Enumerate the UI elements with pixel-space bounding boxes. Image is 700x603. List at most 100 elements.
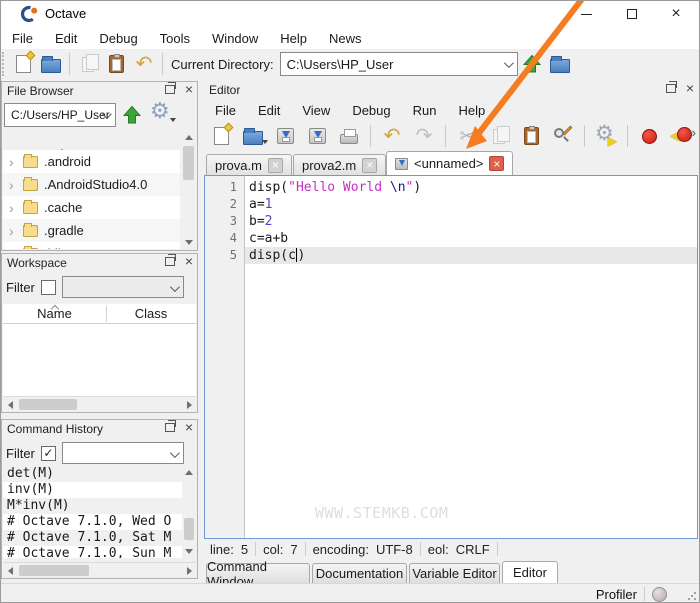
scroll-up-icon[interactable]: [185, 135, 193, 140]
expand-chevron-icon[interactable]: ›: [9, 154, 17, 170]
scroll-right-icon[interactable]: [187, 401, 192, 409]
tab-prova[interactable]: prova.m ×: [206, 154, 292, 175]
file-row-gradle[interactable]: › .gradle: [3, 219, 180, 242]
close-icon[interactable]: ×: [686, 83, 694, 93]
history-hscrollbar[interactable]: [3, 562, 196, 577]
editor-new-button[interactable]: [206, 122, 236, 150]
history-item[interactable]: # Octave 7.1.0, Sun M: [3, 546, 182, 558]
menu-help[interactable]: Help: [269, 29, 318, 48]
tab-command-window[interactable]: Command Window: [206, 563, 310, 583]
undo-button[interactable]: ↶: [130, 50, 158, 78]
editor-save-button[interactable]: [270, 122, 300, 150]
minimize-button[interactable]: [569, 3, 603, 25]
expand-chevron-icon[interactable]: ›: [9, 246, 17, 250]
close-icon[interactable]: ×: [185, 256, 193, 266]
scrollbar-thumb[interactable]: [19, 399, 77, 410]
code-line-5-current[interactable]: disp(c): [245, 247, 697, 264]
close-icon[interactable]: ×: [185, 84, 193, 94]
undock-icon[interactable]: [165, 85, 175, 94]
scroll-up-icon[interactable]: [185, 470, 193, 475]
toolbar-grip[interactable]: [2, 52, 6, 76]
editor-find-button[interactable]: [548, 122, 578, 150]
close-icon[interactable]: ×: [185, 422, 193, 432]
editor-copy-button[interactable]: [484, 122, 514, 150]
scroll-left-icon[interactable]: [8, 567, 13, 575]
file-browser-up-button[interactable]: [122, 105, 142, 128]
file-browser-actions-button[interactable]: ⚙: [150, 100, 170, 122]
scroll-right-icon[interactable]: [187, 567, 192, 575]
file-row-android[interactable]: › .android: [3, 150, 180, 173]
maximize-button[interactable]: [615, 3, 649, 25]
code-editor[interactable]: 1 2 3 4 5 disp("Hello World \n") a=1 b=2…: [204, 175, 698, 539]
column-name-label[interactable]: Name: [3, 304, 106, 321]
code-line-2[interactable]: a=1: [245, 196, 697, 213]
editor-menu-run[interactable]: Run: [402, 101, 448, 120]
history-vscrollbar[interactable]: [182, 466, 196, 558]
file-row-androidstudio[interactable]: › .AndroidStudio4.0: [3, 173, 180, 196]
paste-button[interactable]: [102, 50, 130, 78]
code-line-3[interactable]: b=2: [245, 213, 697, 230]
tab-unnamed-active[interactable]: <unnamed> ×: [386, 151, 513, 175]
editor-undo-button[interactable]: ↶: [377, 122, 407, 150]
code-line-4[interactable]: c=a+b: [245, 230, 697, 247]
editor-redo-button[interactable]: ↷: [409, 122, 439, 150]
file-row-cache[interactable]: › .cache: [3, 196, 180, 219]
editor-paste-button[interactable]: [516, 122, 546, 150]
history-item[interactable]: det(M): [3, 466, 182, 482]
filter-checkbox[interactable]: [41, 280, 56, 295]
tab-variable-editor[interactable]: Variable Editor: [409, 563, 500, 583]
editor-save-as-button[interactable]: [302, 122, 332, 150]
history-item[interactable]: # Octave 7.1.0, Wed O: [3, 514, 182, 530]
editor-menu-edit[interactable]: Edit: [247, 101, 291, 120]
editor-toggle-breakpoint-button[interactable]: [634, 122, 664, 150]
undock-icon[interactable]: [165, 257, 175, 266]
scrollbar-thumb[interactable]: [184, 518, 194, 540]
new-script-button[interactable]: [9, 50, 37, 78]
tab-close-icon[interactable]: ×: [489, 156, 504, 171]
tab-close-icon[interactable]: ×: [268, 158, 283, 173]
profiler-toggle-icon[interactable]: [652, 587, 667, 602]
editor-menu-view[interactable]: View: [291, 101, 341, 120]
code-line-1[interactable]: disp("Hello World \n"): [245, 179, 697, 196]
scrollbar-thumb[interactable]: [19, 565, 89, 576]
toolbar-overflow-button[interactable]: »: [689, 125, 696, 140]
menu-window[interactable]: Window: [201, 29, 269, 48]
scroll-left-icon[interactable]: [8, 401, 13, 409]
history-item[interactable]: # Octave 7.1.0, Sat M: [3, 530, 182, 546]
editor-cut-button[interactable]: ✂: [452, 122, 482, 150]
tab-documentation[interactable]: Documentation: [312, 563, 407, 583]
menu-debug[interactable]: Debug: [88, 29, 148, 48]
open-file-button[interactable]: [37, 50, 65, 78]
scroll-down-icon[interactable]: [185, 240, 193, 245]
file-row-idlerc[interactable]: › .idlerc: [3, 242, 180, 249]
menu-news[interactable]: News: [318, 29, 373, 48]
browse-directory-button[interactable]: [546, 50, 574, 78]
undock-icon[interactable]: [666, 84, 676, 93]
workspace-hscrollbar[interactable]: [3, 396, 196, 411]
history-filter-combo[interactable]: [62, 442, 184, 464]
file-browser-path-combo[interactable]: C:/Users/HP_User: [4, 103, 116, 127]
expand-chevron-icon[interactable]: ›: [9, 200, 17, 216]
editor-print-button[interactable]: [334, 122, 364, 150]
column-class-label[interactable]: Class: [106, 304, 196, 321]
editor-menu-debug[interactable]: Debug: [341, 101, 401, 120]
code-pane[interactable]: disp("Hello World \n") a=1 b=2 c=a+b dis…: [245, 176, 697, 538]
current-directory-combo[interactable]: C:\Users\HP_User: [280, 52, 518, 76]
editor-run-button[interactable]: ⚙ ▶: [591, 122, 621, 150]
editor-menu-help[interactable]: Help: [447, 101, 496, 120]
workspace-filter-combo[interactable]: [62, 276, 184, 298]
editor-menu-file[interactable]: File: [204, 101, 247, 120]
tab-close-icon[interactable]: ×: [362, 158, 377, 173]
history-item[interactable]: inv(M): [3, 482, 182, 498]
resize-grip[interactable]: [687, 591, 697, 601]
menu-tools[interactable]: Tools: [149, 29, 201, 48]
editor-open-button[interactable]: [238, 122, 268, 150]
file-browser-vscrollbar[interactable]: [181, 130, 196, 249]
tab-editor[interactable]: Editor: [502, 561, 558, 583]
scrollbar-thumb[interactable]: [183, 146, 194, 180]
menu-edit[interactable]: Edit: [44, 29, 88, 48]
filter-checkbox-checked[interactable]: ✓: [41, 446, 56, 461]
menu-file[interactable]: File: [1, 29, 44, 48]
scroll-down-icon[interactable]: [185, 549, 193, 554]
expand-chevron-icon[interactable]: ›: [9, 223, 17, 239]
